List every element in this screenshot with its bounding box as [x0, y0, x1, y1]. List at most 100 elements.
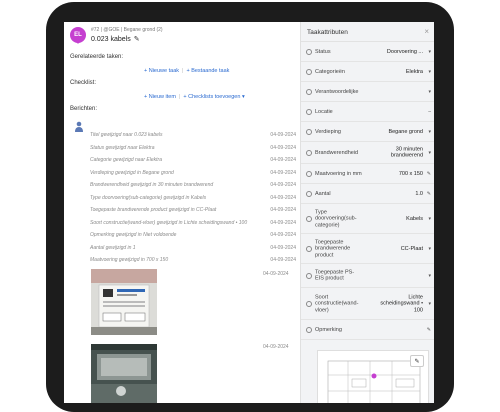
list-item: Type doorvoering(sub-categorie) gewijzig…	[90, 195, 296, 205]
floor-plan-preview[interactable]: ✎	[317, 350, 429, 403]
task-attributes-panel: Taakattributen × Status Doorvoering ... …	[300, 22, 434, 403]
attribute-label: Maatvoering in mm	[315, 170, 362, 177]
photo-image	[91, 344, 157, 403]
checklist-label: Checklist:	[70, 80, 97, 86]
new-task-link[interactable]: + Nieuwe taak	[144, 68, 179, 74]
task-title: 0.023 kabels	[91, 36, 131, 43]
edit-pencil-icon[interactable]: ✎	[427, 191, 431, 197]
attribute-row-ps-eis-product[interactable]: Toegepaste PS-EIS product ▾	[301, 264, 434, 288]
attribute-row-dimensions[interactable]: Maatvoering in mm 700 x 150 ✎	[301, 164, 434, 184]
list-item: Opmerking gewijzigd in Niet voldoende 04-…	[90, 232, 296, 242]
chevron-down-icon[interactable]: ▾	[428, 49, 431, 55]
status-icon	[306, 48, 312, 55]
new-item-link[interactable]: + Nieuw item	[144, 94, 176, 100]
task-breadcrumb: #72 | @GOE | Begane grond (2)	[91, 27, 163, 33]
edit-pencil-icon[interactable]: ✎	[427, 171, 431, 177]
list-item: Verdieping gewijzigd in Begane grond 04-0…	[90, 170, 296, 180]
message-text: Opmerking gewijzigd in Niet voldoende	[90, 232, 177, 238]
photo-thumbnail[interactable]	[91, 269, 157, 335]
message-text: Maatvoering gewijzigd in 700 x 150	[90, 257, 169, 263]
attribute-label: Toegepaste PS-EIS product	[315, 269, 355, 282]
attribute-row-quantity[interactable]: Aantal 1.0 ✎	[301, 184, 434, 204]
attribute-label: Type doorvoering(sub-categorie)	[315, 208, 357, 228]
panel-header: Taakattributen ×	[301, 22, 434, 42]
attribute-label: Opmerking	[315, 326, 342, 333]
attribute-label: Verantwoordelijke	[315, 88, 359, 95]
chevron-down-icon[interactable]: ▾	[428, 301, 431, 307]
attribute-row-remark[interactable]: Opmerking ✎	[301, 320, 434, 340]
message-date: 04-09-2024	[270, 257, 296, 263]
chevron-down-icon[interactable]: ▾	[428, 69, 431, 75]
attribute-row-fire-resistance[interactable]: Brandwerendheid 30 minuten brandwerend ▾	[301, 142, 434, 164]
list-item: Soort constructie(wand-vloer) gewijzigd …	[90, 220, 296, 230]
attribute-row-location[interactable]: Locatie –	[301, 102, 434, 122]
edit-pencil-icon[interactable]: ✎	[410, 355, 424, 367]
attribute-label: Brandwerendheid	[315, 149, 359, 156]
message-date: 04-09-2024	[270, 232, 296, 238]
list-icon	[306, 215, 312, 222]
app-screen: EL #72 | @GOE | Begane grond (2) 0.023 k…	[64, 22, 434, 403]
tag-icon	[306, 68, 312, 75]
attribute-value: Elektra	[405, 68, 423, 75]
attribute-row-subcategory[interactable]: Type doorvoering(sub-categorie) Kabels ▾	[301, 204, 434, 234]
attribute-label: Toegepaste brandwerende product	[315, 238, 351, 258]
attribute-label: Verdieping	[315, 128, 341, 135]
message-text: Status gewijzigd naar Elektra	[90, 144, 155, 151]
close-icon[interactable]: ×	[424, 27, 429, 36]
attribute-value: 700 x 150	[398, 170, 423, 177]
user-icon	[75, 121, 83, 132]
attribute-value: 1.0	[415, 190, 423, 197]
messages-label: Berichten:	[70, 106, 98, 112]
chevron-down-icon[interactable]: ▾	[428, 150, 431, 156]
message-text: Verdieping gewijzigd in Begane grond	[90, 169, 174, 176]
attribute-row-categories[interactable]: Categorieën Elektra ▾	[301, 62, 434, 82]
divider: |	[182, 68, 184, 74]
add-checklists-link[interactable]: + Checklists toevoegen ▾	[183, 94, 244, 100]
photo-thumbnail[interactable]	[91, 344, 157, 403]
message-date: 04-09-2024	[270, 182, 296, 188]
existing-task-link[interactable]: + Bestaande taak	[186, 68, 229, 74]
task-title-wrap[interactable]: 0.023 kabels ✎	[91, 35, 140, 43]
message-date: 04-09-2024	[270, 194, 296, 201]
chevron-down-icon[interactable]: ▾	[428, 216, 431, 222]
attribute-value: CC-Plaat	[400, 245, 423, 252]
chevron-down-icon[interactable]: ▾	[428, 129, 431, 135]
related-tasks-actions: + Nieuwe taak | + Bestaande taak	[144, 68, 229, 74]
attribute-row-construction[interactable]: Soort constructie(wand-vloer) Lichte sch…	[301, 288, 434, 320]
comment-icon	[306, 326, 312, 333]
user-icon	[306, 88, 312, 95]
task-detail-pane: EL #72 | @GOE | Begane grond (2) 0.023 k…	[64, 22, 300, 403]
message-text: Categorie gewijzigd naar Elektra	[90, 157, 162, 163]
ruler-icon	[306, 170, 312, 177]
list-item: Status gewijzigd naar Elektra 04-09-2024	[90, 145, 296, 155]
edit-pencil-icon[interactable]: ✎	[134, 35, 140, 43]
fire-icon	[306, 149, 312, 156]
attribute-row-status[interactable]: Status Doorvoering ... ▾	[301, 42, 434, 62]
attribute-label: Locatie	[315, 108, 333, 115]
list-item: Categorie gewijzigd naar Elektra 04-09-20…	[90, 157, 296, 167]
list-item: Titel gewijzigd naar 0.023 kabels 04-09-2…	[90, 132, 296, 142]
message-date: 04-09-2024	[270, 144, 296, 151]
chevron-down-icon[interactable]: ▾	[428, 246, 431, 252]
list-item: Toegepaste brandwerende product gewijzig…	[90, 207, 296, 217]
edit-pencil-icon[interactable]: ✎	[427, 327, 431, 333]
hash-icon	[306, 190, 312, 197]
chevron-down-icon[interactable]: ▾	[428, 273, 431, 279]
attribute-row-responsible[interactable]: Verantwoordelijke ▾	[301, 82, 434, 102]
photo-date: 04-09-2024	[263, 271, 289, 277]
message-date: 04-09-2024	[270, 157, 296, 163]
photo-image	[91, 269, 157, 335]
chevron-down-icon[interactable]: ▾	[428, 89, 431, 95]
message-date: 04-09-2024	[270, 244, 296, 251]
panel-title: Taakattributen	[307, 29, 348, 36]
dash-icon[interactable]: –	[428, 109, 431, 115]
message-text: Soort constructie(wand-vloer) gewijzigd …	[90, 219, 248, 226]
location-pin-icon	[75, 40, 81, 44]
attribute-label: Soort constructie(wand-vloer)	[315, 293, 359, 313]
attribute-row-floor[interactable]: Verdieping Begane grond ▾	[301, 122, 434, 142]
attribute-row-fire-product[interactable]: Toegepaste brandwerende product CC-Plaat…	[301, 234, 434, 264]
attribute-value: 30 minuten brandwerend	[390, 146, 423, 159]
attribute-value: Lichte scheidingswand • 100	[380, 293, 423, 313]
message-text: Toegepaste brandwerende product gewijzig…	[90, 207, 217, 213]
checklist-actions: + Nieuw item | + Checklists toevoegen ▾	[144, 94, 245, 100]
